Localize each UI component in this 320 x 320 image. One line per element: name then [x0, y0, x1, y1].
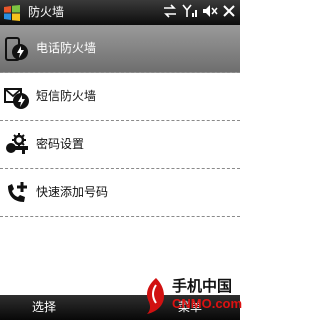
- sms-shield-icon: [4, 88, 29, 109]
- key-gear-icon: [6, 133, 28, 154]
- phone-add-icon: [8, 182, 27, 202]
- window-title: 防火墙: [28, 5, 65, 19]
- phone-shield-icon: [5, 37, 28, 61]
- menu-item-sms-firewall[interactable]: 短信防火墙: [0, 73, 240, 121]
- menu-item-password-settings[interactable]: 密码设置: [0, 121, 240, 169]
- cnmo-watermark: 手机中国 CNMO.com: [142, 274, 242, 318]
- watermark-line2: CNMO.com: [172, 296, 243, 311]
- system-tray: [162, 4, 236, 21]
- firewall-menu: 电话防火墙 短信防火墙 密码设置 快速添加号码: [0, 25, 240, 217]
- sync-arrows-icon[interactable]: [162, 3, 178, 22]
- select-softkey[interactable]: 选择: [32, 299, 56, 316]
- menu-item-label: 电话防火墙: [36, 41, 97, 55]
- menu-item-label: 快速添加号码: [36, 185, 109, 199]
- speaker-muted-icon[interactable]: [202, 3, 218, 22]
- windows-start-icon[interactable]: [3, 4, 21, 22]
- watermark-line1: 手机中国: [172, 277, 233, 295]
- menu-item-label: 密码设置: [36, 137, 85, 151]
- close-icon[interactable]: [222, 3, 236, 22]
- menu-item-label: 短信防火墙: [36, 89, 97, 103]
- title-bar: 防火墙: [0, 0, 240, 25]
- signal-icon[interactable]: [182, 3, 198, 22]
- cnmo-logo-icon: [147, 278, 164, 314]
- menu-item-phone-firewall[interactable]: 电话防火墙: [0, 25, 240, 73]
- menu-item-quick-add-number[interactable]: 快速添加号码: [0, 169, 240, 217]
